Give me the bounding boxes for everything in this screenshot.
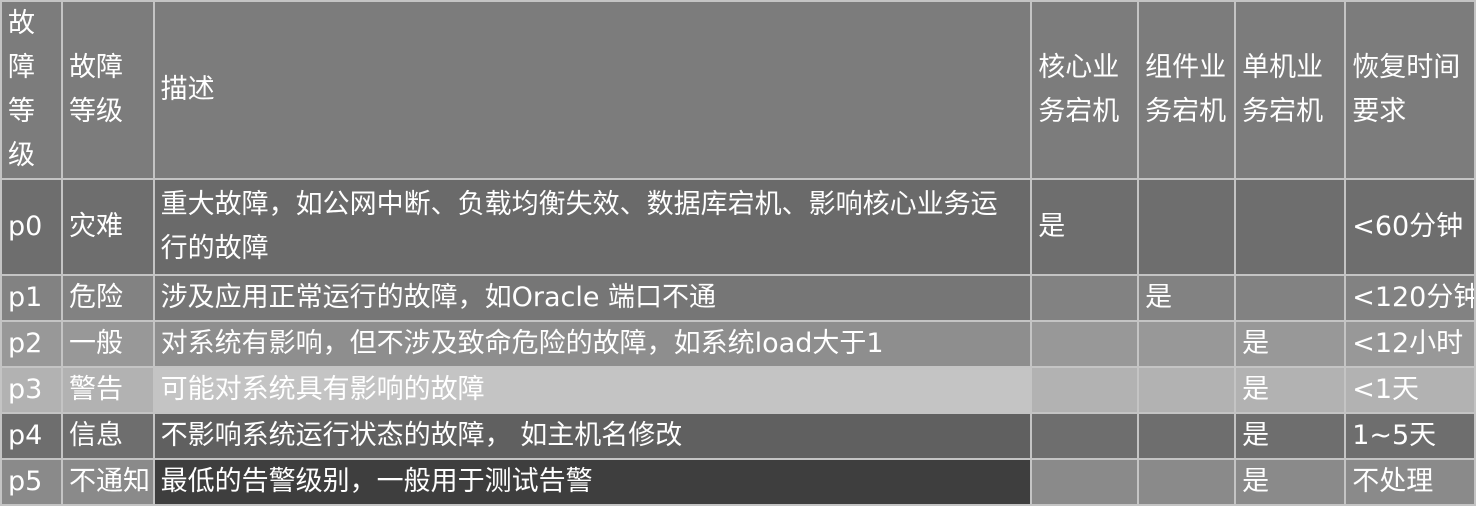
table-row-p4: p4 信息 不影响系统运行状态的故障， 如主机名修改 是 1~5天 — [0, 412, 1476, 460]
header-fault-level-2: 故障等级 — [61, 0, 155, 180]
recovery-time: <120分钟 — [1344, 274, 1476, 322]
table-row-p1: p1 危险 涉及应用正常运行的故障，如Oracle 端口不通 是 <120分钟 — [0, 274, 1476, 322]
recovery-time: <1天 — [1344, 366, 1476, 414]
component-down-cell — [1137, 178, 1237, 276]
component-down-cell — [1137, 366, 1237, 414]
core-down-cell — [1030, 320, 1140, 368]
table-row-p0: p0 灾难 重大故障，如公网中断、负载均衡失效、数据库宕机、影响核心业务运行的故… — [0, 178, 1476, 276]
table-row-p3: p3 警告 可能对系统具有影响的故障 是 <1天 — [0, 366, 1476, 414]
description: 不影响系统运行状态的故障， 如主机名修改 — [152, 412, 1033, 460]
recovery-time: 1~5天 — [1344, 412, 1476, 460]
header-component-business-down: 组件业务宕机 — [1137, 0, 1237, 180]
core-down-cell — [1030, 274, 1140, 322]
level-code: p4 — [0, 412, 64, 460]
core-down-cell — [1030, 412, 1140, 460]
table-row-p5: p5 不通知 最低的告警级别，一般用于测试告警 是 不处理 — [0, 458, 1476, 506]
single-down-cell: 是 — [1234, 412, 1347, 460]
level-name: 一般 — [61, 320, 155, 368]
level-code: p0 — [0, 178, 64, 276]
core-down-cell — [1030, 458, 1140, 506]
single-down-cell — [1234, 274, 1347, 322]
single-down-cell: 是 — [1234, 458, 1347, 506]
component-down-cell — [1137, 412, 1237, 460]
level-code: p2 — [0, 320, 64, 368]
header-single-machine-down: 单机业务宕机 — [1234, 0, 1347, 180]
description: 涉及应用正常运行的故障，如Oracle 端口不通 — [152, 274, 1033, 322]
level-code: p1 — [0, 274, 64, 322]
level-name: 灾难 — [61, 178, 155, 276]
level-name: 不通知 — [61, 458, 155, 506]
fault-level-table: 故障等级 故障等级 描述 核心业务宕机 组件业务宕机 单机业务宕机 恢复时间要求… — [0, 0, 1476, 506]
header-core-business-down: 核心业务宕机 — [1030, 0, 1140, 180]
header-row: 故障等级 故障等级 描述 核心业务宕机 组件业务宕机 单机业务宕机 恢复时间要求 — [0, 0, 1476, 180]
description: 重大故障，如公网中断、负载均衡失效、数据库宕机、影响核心业务运行的故障 — [152, 178, 1033, 276]
recovery-time: 不处理 — [1344, 458, 1476, 506]
single-down-cell: 是 — [1234, 320, 1347, 368]
description: 可能对系统具有影响的故障 — [152, 366, 1033, 414]
description: 最低的告警级别，一般用于测试告警 — [152, 458, 1033, 506]
component-down-cell — [1137, 320, 1237, 368]
header-recovery-time: 恢复时间要求 — [1344, 0, 1476, 180]
single-down-cell: 是 — [1234, 366, 1347, 414]
single-down-cell — [1234, 178, 1347, 276]
level-code: p3 — [0, 366, 64, 414]
component-down-cell: 是 — [1137, 274, 1237, 322]
level-name: 危险 — [61, 274, 155, 322]
core-down-cell — [1030, 366, 1140, 414]
header-fault-level-1: 故障等级 — [0, 0, 64, 180]
recovery-time: <12小时 — [1344, 320, 1476, 368]
core-down-cell: 是 — [1030, 178, 1140, 276]
table-row-p2: p2 一般 对系统有影响，但不涉及致命危险的故障，如系统load大于1 是 <1… — [0, 320, 1476, 368]
recovery-time: <60分钟 — [1344, 178, 1476, 276]
level-name: 警告 — [61, 366, 155, 414]
level-name: 信息 — [61, 412, 155, 460]
level-code: p5 — [0, 458, 64, 506]
description: 对系统有影响，但不涉及致命危险的故障，如系统load大于1 — [152, 320, 1033, 368]
header-description: 描述 — [152, 0, 1033, 180]
component-down-cell — [1137, 458, 1237, 506]
